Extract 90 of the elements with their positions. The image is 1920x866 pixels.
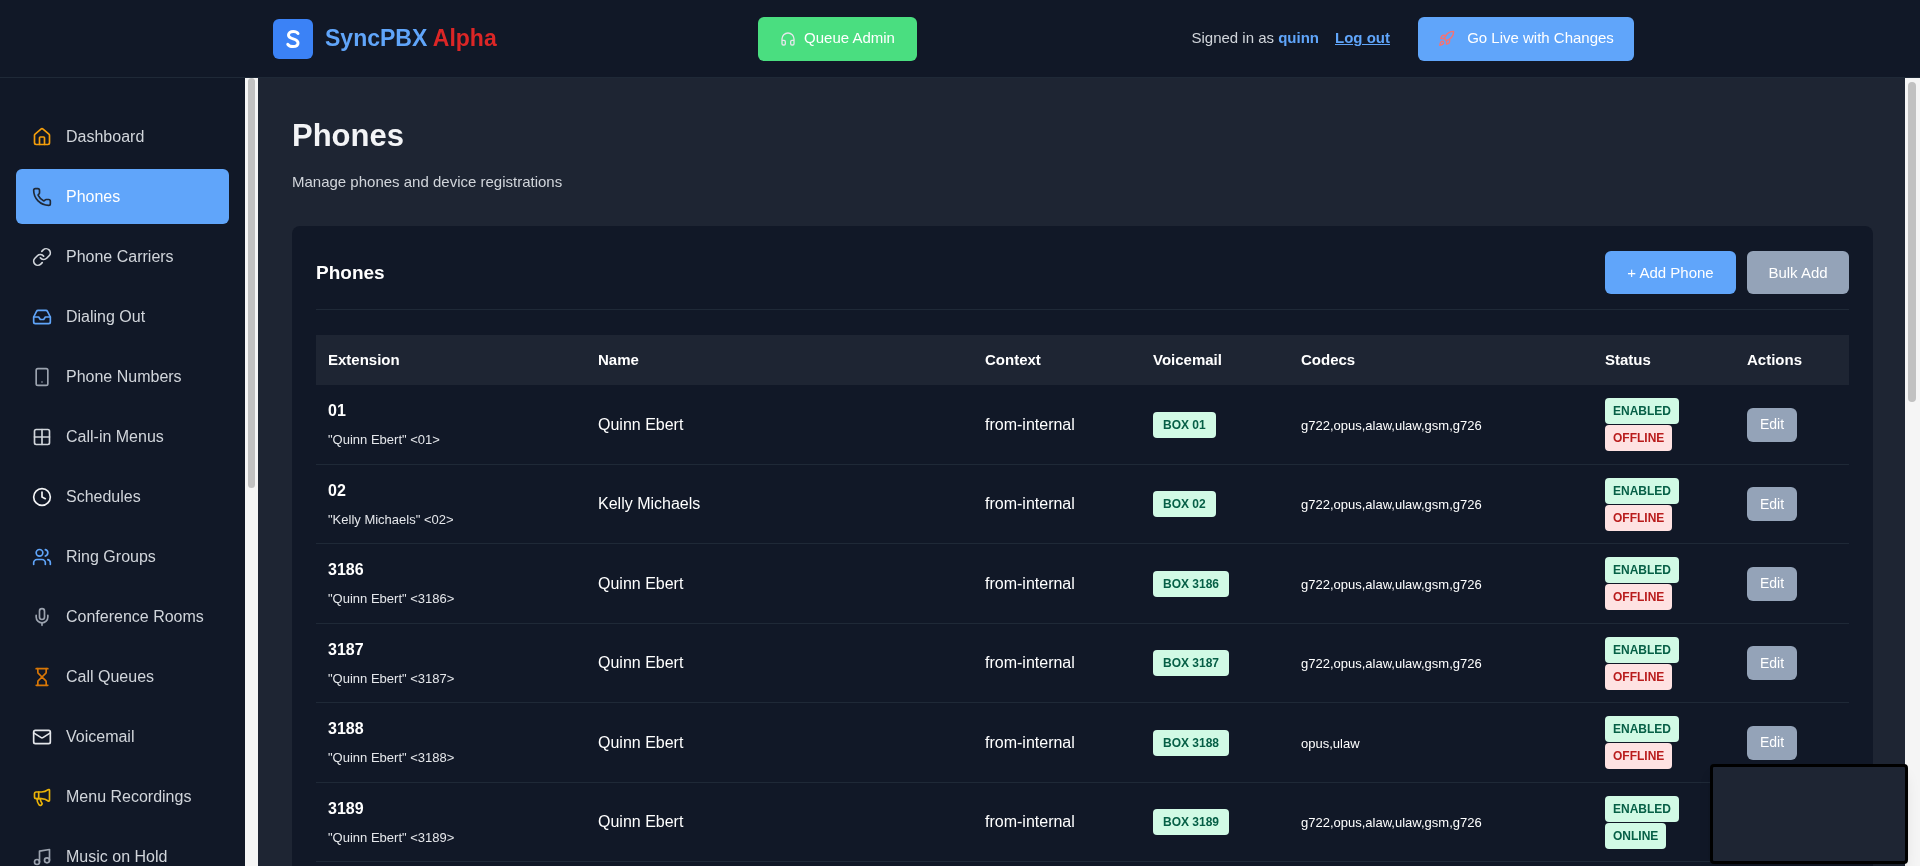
registration-badge: OFFLINE bbox=[1605, 584, 1673, 610]
screenshot-thumbnail[interactable] bbox=[1710, 764, 1908, 864]
voicemail-badge: BOX 3188 bbox=[1153, 729, 1230, 756]
signed-in-text: Signed in as quinn bbox=[1191, 28, 1319, 49]
keypad-icon bbox=[32, 426, 52, 447]
extension-number: 3186 bbox=[328, 560, 364, 581]
phone-icon bbox=[32, 186, 52, 207]
logo-icon bbox=[273, 18, 313, 59]
caller-id: "Quinn Ebert" <3188> bbox=[328, 749, 455, 768]
codecs-cell: g722,opus,alaw,ulaw,gsm,g726 bbox=[1301, 576, 1482, 592]
voicemail-badge: BOX 01 bbox=[1153, 411, 1216, 438]
codecs-cell: g722,opus,alaw,ulaw,gsm,g726 bbox=[1301, 417, 1482, 433]
registration-badge: OFFLINE bbox=[1605, 504, 1673, 531]
hourglass-icon bbox=[32, 666, 52, 687]
sidebar-item[interactable]: Call Queues bbox=[16, 649, 229, 704]
brand-name: SyncPBX Alpha bbox=[325, 24, 497, 54]
sidebar-item[interactable]: Dialing Out bbox=[16, 289, 229, 344]
registration-badge: OFFLINE bbox=[1605, 663, 1673, 690]
people-icon bbox=[32, 546, 52, 567]
extension-number: 3189 bbox=[328, 798, 364, 819]
page-scrollbar[interactable] bbox=[1905, 78, 1920, 866]
enabled-badge: ENABLED bbox=[1605, 398, 1679, 424]
registration-badge: ONLINE bbox=[1605, 822, 1667, 849]
context-cell: from-internal bbox=[985, 654, 1075, 671]
card-title: Phones bbox=[316, 260, 386, 285]
extension-number: 01 bbox=[328, 401, 346, 422]
extension-number: 3188 bbox=[328, 719, 364, 740]
sidebar-item[interactable]: Music on Hold bbox=[16, 829, 229, 866]
sidebar-item[interactable]: Ring Groups bbox=[16, 529, 229, 584]
sidebar-item[interactable]: Dashboard bbox=[16, 109, 229, 164]
page-subtitle: Manage phones and device registrations bbox=[292, 171, 564, 192]
caller-id: "Quinn Ebert" <01> bbox=[328, 431, 440, 450]
voicemail-badge: BOX 3189 bbox=[1153, 809, 1230, 835]
column-header: Name bbox=[598, 351, 639, 369]
page-title: Phones bbox=[292, 117, 405, 155]
extension-number: 3187 bbox=[328, 639, 364, 660]
caller-id: "Quinn Ebert" <3189> bbox=[328, 828, 455, 847]
column-header: Actions bbox=[1747, 351, 1802, 369]
smartphone-icon bbox=[32, 366, 52, 387]
registration-badge: OFFLINE bbox=[1605, 743, 1673, 769]
megaphone-icon bbox=[32, 786, 52, 807]
rocket-icon bbox=[1438, 30, 1456, 47]
logout-link[interactable]: Log out bbox=[1335, 27, 1390, 50]
enabled-badge: ENABLED bbox=[1605, 557, 1679, 583]
context-cell: from-internal bbox=[985, 813, 1075, 830]
sidebar-item[interactable]: Schedules bbox=[16, 469, 229, 524]
codecs-cell: g722,opus,alaw,ulaw,gsm,g726 bbox=[1301, 656, 1482, 671]
registration-badge: OFFLINE bbox=[1605, 425, 1673, 451]
context-cell: from-internal bbox=[985, 733, 1075, 751]
phone-name: Quinn Ebert bbox=[598, 813, 684, 830]
caller-id: "Quinn Ebert" <3186> bbox=[328, 590, 455, 609]
enabled-badge: ENABLED bbox=[1605, 716, 1679, 742]
codecs-cell: opus,ulaw bbox=[1301, 735, 1360, 751]
context-cell: from-internal bbox=[985, 415, 1075, 433]
extension-number: 02 bbox=[328, 480, 346, 501]
column-header: Context bbox=[985, 351, 1041, 369]
sidebar-item[interactable]: Phone Carriers bbox=[16, 229, 229, 284]
codecs-cell: g722,opus,alaw,ulaw,gsm,g726 bbox=[1301, 497, 1482, 512]
phone-name: Kelly Michaels bbox=[598, 495, 701, 512]
column-header: Voicemail bbox=[1153, 351, 1222, 369]
sidebar-item[interactable]: Call-in Menus bbox=[16, 409, 229, 464]
sidebar-item[interactable]: Voicemail bbox=[16, 709, 229, 764]
phone-name: Quinn Ebert bbox=[598, 733, 684, 751]
sidebar-item[interactable]: Menu Recordings bbox=[16, 769, 229, 824]
enabled-badge: ENABLED bbox=[1605, 795, 1679, 822]
context-cell: from-internal bbox=[985, 574, 1075, 592]
sidebar-scrollbar[interactable] bbox=[245, 78, 258, 866]
clock-icon bbox=[32, 486, 52, 507]
voicemail-badge: BOX 3186 bbox=[1153, 570, 1230, 597]
codecs-cell: g722,opus,alaw,ulaw,gsm,g726 bbox=[1301, 815, 1482, 830]
microphone-icon bbox=[32, 606, 52, 627]
sidebar-item[interactable]: Conference Rooms bbox=[16, 589, 229, 644]
link-icon bbox=[32, 246, 52, 267]
phone-name: Quinn Ebert bbox=[598, 654, 684, 671]
column-header: Status bbox=[1605, 351, 1651, 369]
caller-id: "Quinn Ebert" <3187> bbox=[328, 669, 455, 688]
phone-name: Quinn Ebert bbox=[598, 574, 684, 592]
headphones-icon bbox=[780, 30, 797, 47]
music-note-icon bbox=[32, 846, 52, 866]
phone-name: Quinn Ebert bbox=[598, 415, 684, 433]
voicemail-badge: BOX 02 bbox=[1153, 491, 1216, 517]
house-icon bbox=[32, 126, 52, 147]
sidebar-item[interactable]: Phone Numbers bbox=[16, 349, 229, 404]
enabled-badge: ENABLED bbox=[1605, 636, 1679, 663]
caller-id: "Kelly Michaels" <02> bbox=[328, 510, 454, 529]
column-header: Extension bbox=[328, 351, 400, 369]
context-cell: from-internal bbox=[985, 495, 1075, 512]
voicemail-badge: BOX 3187 bbox=[1153, 650, 1230, 676]
column-header: Codecs bbox=[1301, 351, 1356, 369]
enabled-badge: ENABLED bbox=[1605, 477, 1679, 504]
